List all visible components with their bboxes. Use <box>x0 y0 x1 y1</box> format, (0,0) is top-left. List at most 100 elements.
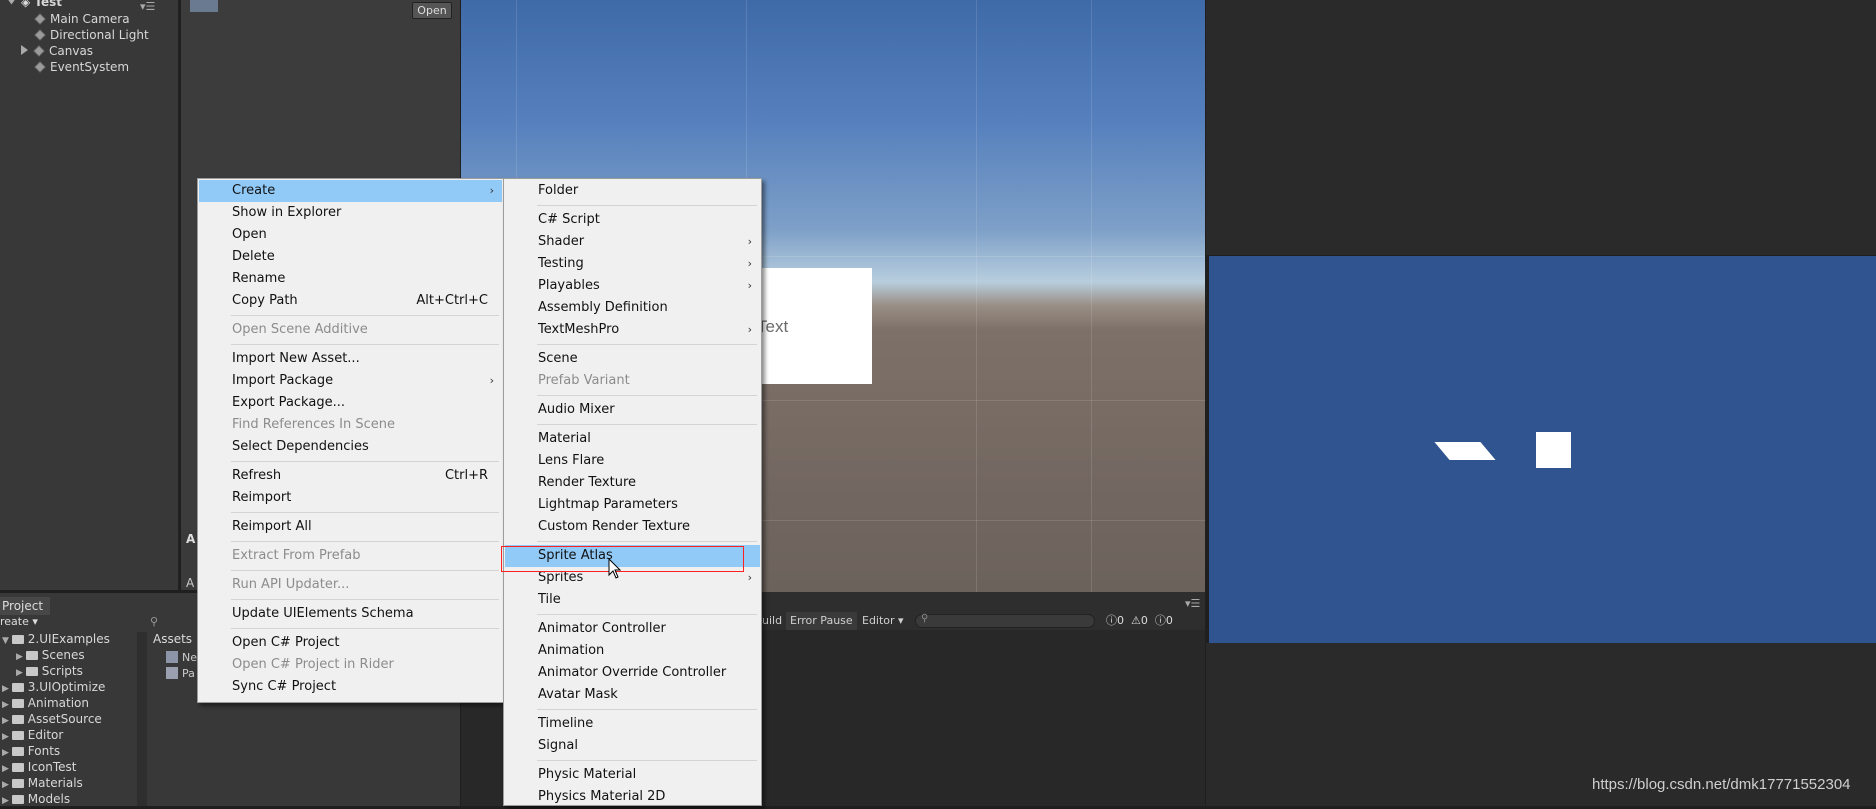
submenu-item-textmeshpro[interactable]: TextMeshPro › <box>505 319 760 341</box>
grid-line <box>976 0 977 592</box>
submenu-item-audio-mixer[interactable]: Audio Mixer <box>505 399 760 421</box>
info-count-toggle[interactable]: ⓘ0 <box>1106 614 1124 627</box>
folder-icon <box>11 779 24 788</box>
folder-icon <box>11 699 24 708</box>
submenu-item-folder[interactable]: Folder <box>505 180 760 202</box>
menu-item-reimport-all[interactable]: Reimport All <box>199 516 502 538</box>
hierarchy-item-label: Directional Light <box>50 28 149 42</box>
gameobject-cube-icon <box>34 13 46 25</box>
build-toggle[interactable]: uild <box>758 612 786 630</box>
menu-item-update-uielements-schema[interactable]: Update UIElements Schema <box>199 603 502 625</box>
chevron-right-icon: › <box>489 184 494 197</box>
search-icon: ⚲ <box>921 613 929 624</box>
hierarchy-item-main-camera[interactable]: Main Camera <box>34 11 130 27</box>
project-tab[interactable]: Project <box>0 597 50 615</box>
menu-item-show-in-explorer[interactable]: Show in Explorer <box>199 202 502 224</box>
console-counts: ⓘ0 ⚠0 ⓘ0 <box>1106 612 1173 630</box>
menu-item-open[interactable]: Open <box>199 224 502 246</box>
tree-scrollbar[interactable] <box>137 632 147 806</box>
asset-label: Pa <box>182 667 195 680</box>
submenu-item-lightmap-parameters[interactable]: Lightmap Parameters <box>505 494 760 516</box>
menu-item-import-new-asset[interactable]: Import New Asset... <box>199 348 502 370</box>
menu-item-copy-path[interactable]: Copy Path Alt+Ctrl+C <box>199 290 502 312</box>
hierarchy-scene-name: Test <box>34 0 63 9</box>
game-ui-square <box>1536 432 1571 468</box>
hierarchy-item-canvas[interactable]: Canvas <box>21 43 93 59</box>
folder-row[interactable]: ▶ IconTest <box>2 759 77 775</box>
submenu-item-lens-flare[interactable]: Lens Flare <box>505 450 760 472</box>
menu-separator <box>537 344 757 345</box>
submenu-item-custom-render-texture[interactable]: Custom Render Texture <box>505 516 760 538</box>
chevron-right-icon: › <box>747 571 752 584</box>
submenu-item-material[interactable]: Material <box>505 428 760 450</box>
menu-item-create[interactable]: Create › <box>199 180 502 202</box>
create-dropdown[interactable]: reate ▾ <box>0 615 150 629</box>
search-icon[interactable]: ⚲ <box>150 615 190 629</box>
error-pause-toggle[interactable]: Error Pause <box>786 612 857 630</box>
gameobject-cube-icon <box>33 45 45 57</box>
warning-count: 0 <box>1140 614 1148 627</box>
folder-row[interactable]: ▶ Materials <box>2 775 83 791</box>
menu-separator <box>231 461 499 462</box>
error-count: 0 <box>1165 614 1173 627</box>
folder-label: Scripts <box>41 664 83 678</box>
menu-separator <box>231 344 499 345</box>
submenu-item-scene[interactable]: Scene <box>505 348 760 370</box>
submenu-item-animation[interactable]: Animation <box>505 640 760 662</box>
menu-item-open-csharp-project[interactable]: Open C# Project <box>199 632 502 654</box>
submenu-item-testing[interactable]: Testing › <box>505 253 760 275</box>
asset-item[interactable]: Ne <box>166 651 197 664</box>
submenu-item-physic-material[interactable]: Physic Material <box>505 764 760 786</box>
chevron-right-icon: › <box>747 279 752 292</box>
expand-arrow-icon[interactable] <box>21 45 28 55</box>
submenu-item-avatar-mask[interactable]: Avatar Mask <box>505 684 760 706</box>
folder-row[interactable]: ▶ 3.UIOptimize <box>2 679 105 695</box>
submenu-item-timeline[interactable]: Timeline <box>505 713 760 735</box>
editor-dropdown[interactable]: Editor ▾ <box>858 612 908 630</box>
folder-label: Scenes <box>41 648 85 662</box>
asset-label: Ne <box>182 651 197 664</box>
folder-row[interactable]: ▶ Animation <box>2 695 89 711</box>
folder-row[interactable]: ▶ Models <box>2 791 70 807</box>
watermark-text: https://blog.csdn.net/dmk17771552304 <box>1592 776 1851 793</box>
menu-item-refresh[interactable]: Refresh Ctrl+R <box>199 465 502 487</box>
menu-item-rename[interactable]: Rename <box>199 268 502 290</box>
submenu-item-shader[interactable]: Shader › <box>505 231 760 253</box>
console-menu-icon[interactable]: ▾☰ <box>1185 597 1200 610</box>
submenu-item-physics-material-2d[interactable]: Physics Material 2D <box>505 786 760 808</box>
error-count-toggle[interactable]: ⓘ0 <box>1155 614 1173 627</box>
expand-arrow-icon[interactable] <box>6 0 17 5</box>
assets-breadcrumb[interactable]: Assets <box>153 632 203 646</box>
submenu-item-render-texture[interactable]: Render Texture <box>505 472 760 494</box>
submenu-item-animator-controller[interactable]: Animator Controller <box>505 618 760 640</box>
hierarchy-scene-row[interactable]: ◈ Test <box>6 0 63 10</box>
asset-item[interactable]: Pa <box>166 667 195 680</box>
menu-item-sync-csharp-project[interactable]: Sync C# Project <box>199 676 502 698</box>
console-search-input[interactable]: ⚲ <box>915 613 1095 628</box>
hierarchy-item-eventsystem[interactable]: EventSystem <box>34 59 129 75</box>
folder-row[interactable]: ▶ Editor <box>2 727 63 743</box>
submenu-item-playables[interactable]: Playables › <box>505 275 760 297</box>
hierarchy-item-directional-light[interactable]: Directional Light <box>34 27 149 43</box>
submenu-item-csharp-script[interactable]: C# Script <box>505 209 760 231</box>
menu-item-delete[interactable]: Delete <box>199 246 502 268</box>
folder-label: Fonts <box>27 744 61 758</box>
submenu-item-signal[interactable]: Signal <box>505 735 760 757</box>
menu-separator <box>231 541 499 542</box>
warning-count-toggle[interactable]: ⚠0 <box>1131 614 1148 627</box>
menu-item-import-package[interactable]: Import Package › <box>199 370 502 392</box>
panel-menu-icon[interactable]: ▾☰ <box>140 0 155 13</box>
submenu-item-assembly-definition[interactable]: Assembly Definition <box>505 297 760 319</box>
folder-row[interactable]: ▼ 2.UIExamples <box>2 631 110 647</box>
folder-row[interactable]: ▶ Fonts <box>2 743 60 759</box>
folder-row[interactable]: ▶ AssetSource <box>2 711 102 727</box>
warning-icon: ⚠ <box>1131 614 1141 627</box>
menu-item-reimport[interactable]: Reimport <box>199 487 502 509</box>
menu-item-export-package[interactable]: Export Package... <box>199 392 502 414</box>
menu-item-select-dependencies[interactable]: Select Dependencies <box>199 436 502 458</box>
open-button[interactable]: Open <box>412 2 452 19</box>
submenu-item-tile[interactable]: Tile <box>505 589 760 611</box>
folder-row[interactable]: ▶ Scripts <box>16 663 83 679</box>
submenu-item-animator-override-controller[interactable]: Animator Override Controller <box>505 662 760 684</box>
folder-row[interactable]: ▶ Scenes <box>16 647 85 663</box>
